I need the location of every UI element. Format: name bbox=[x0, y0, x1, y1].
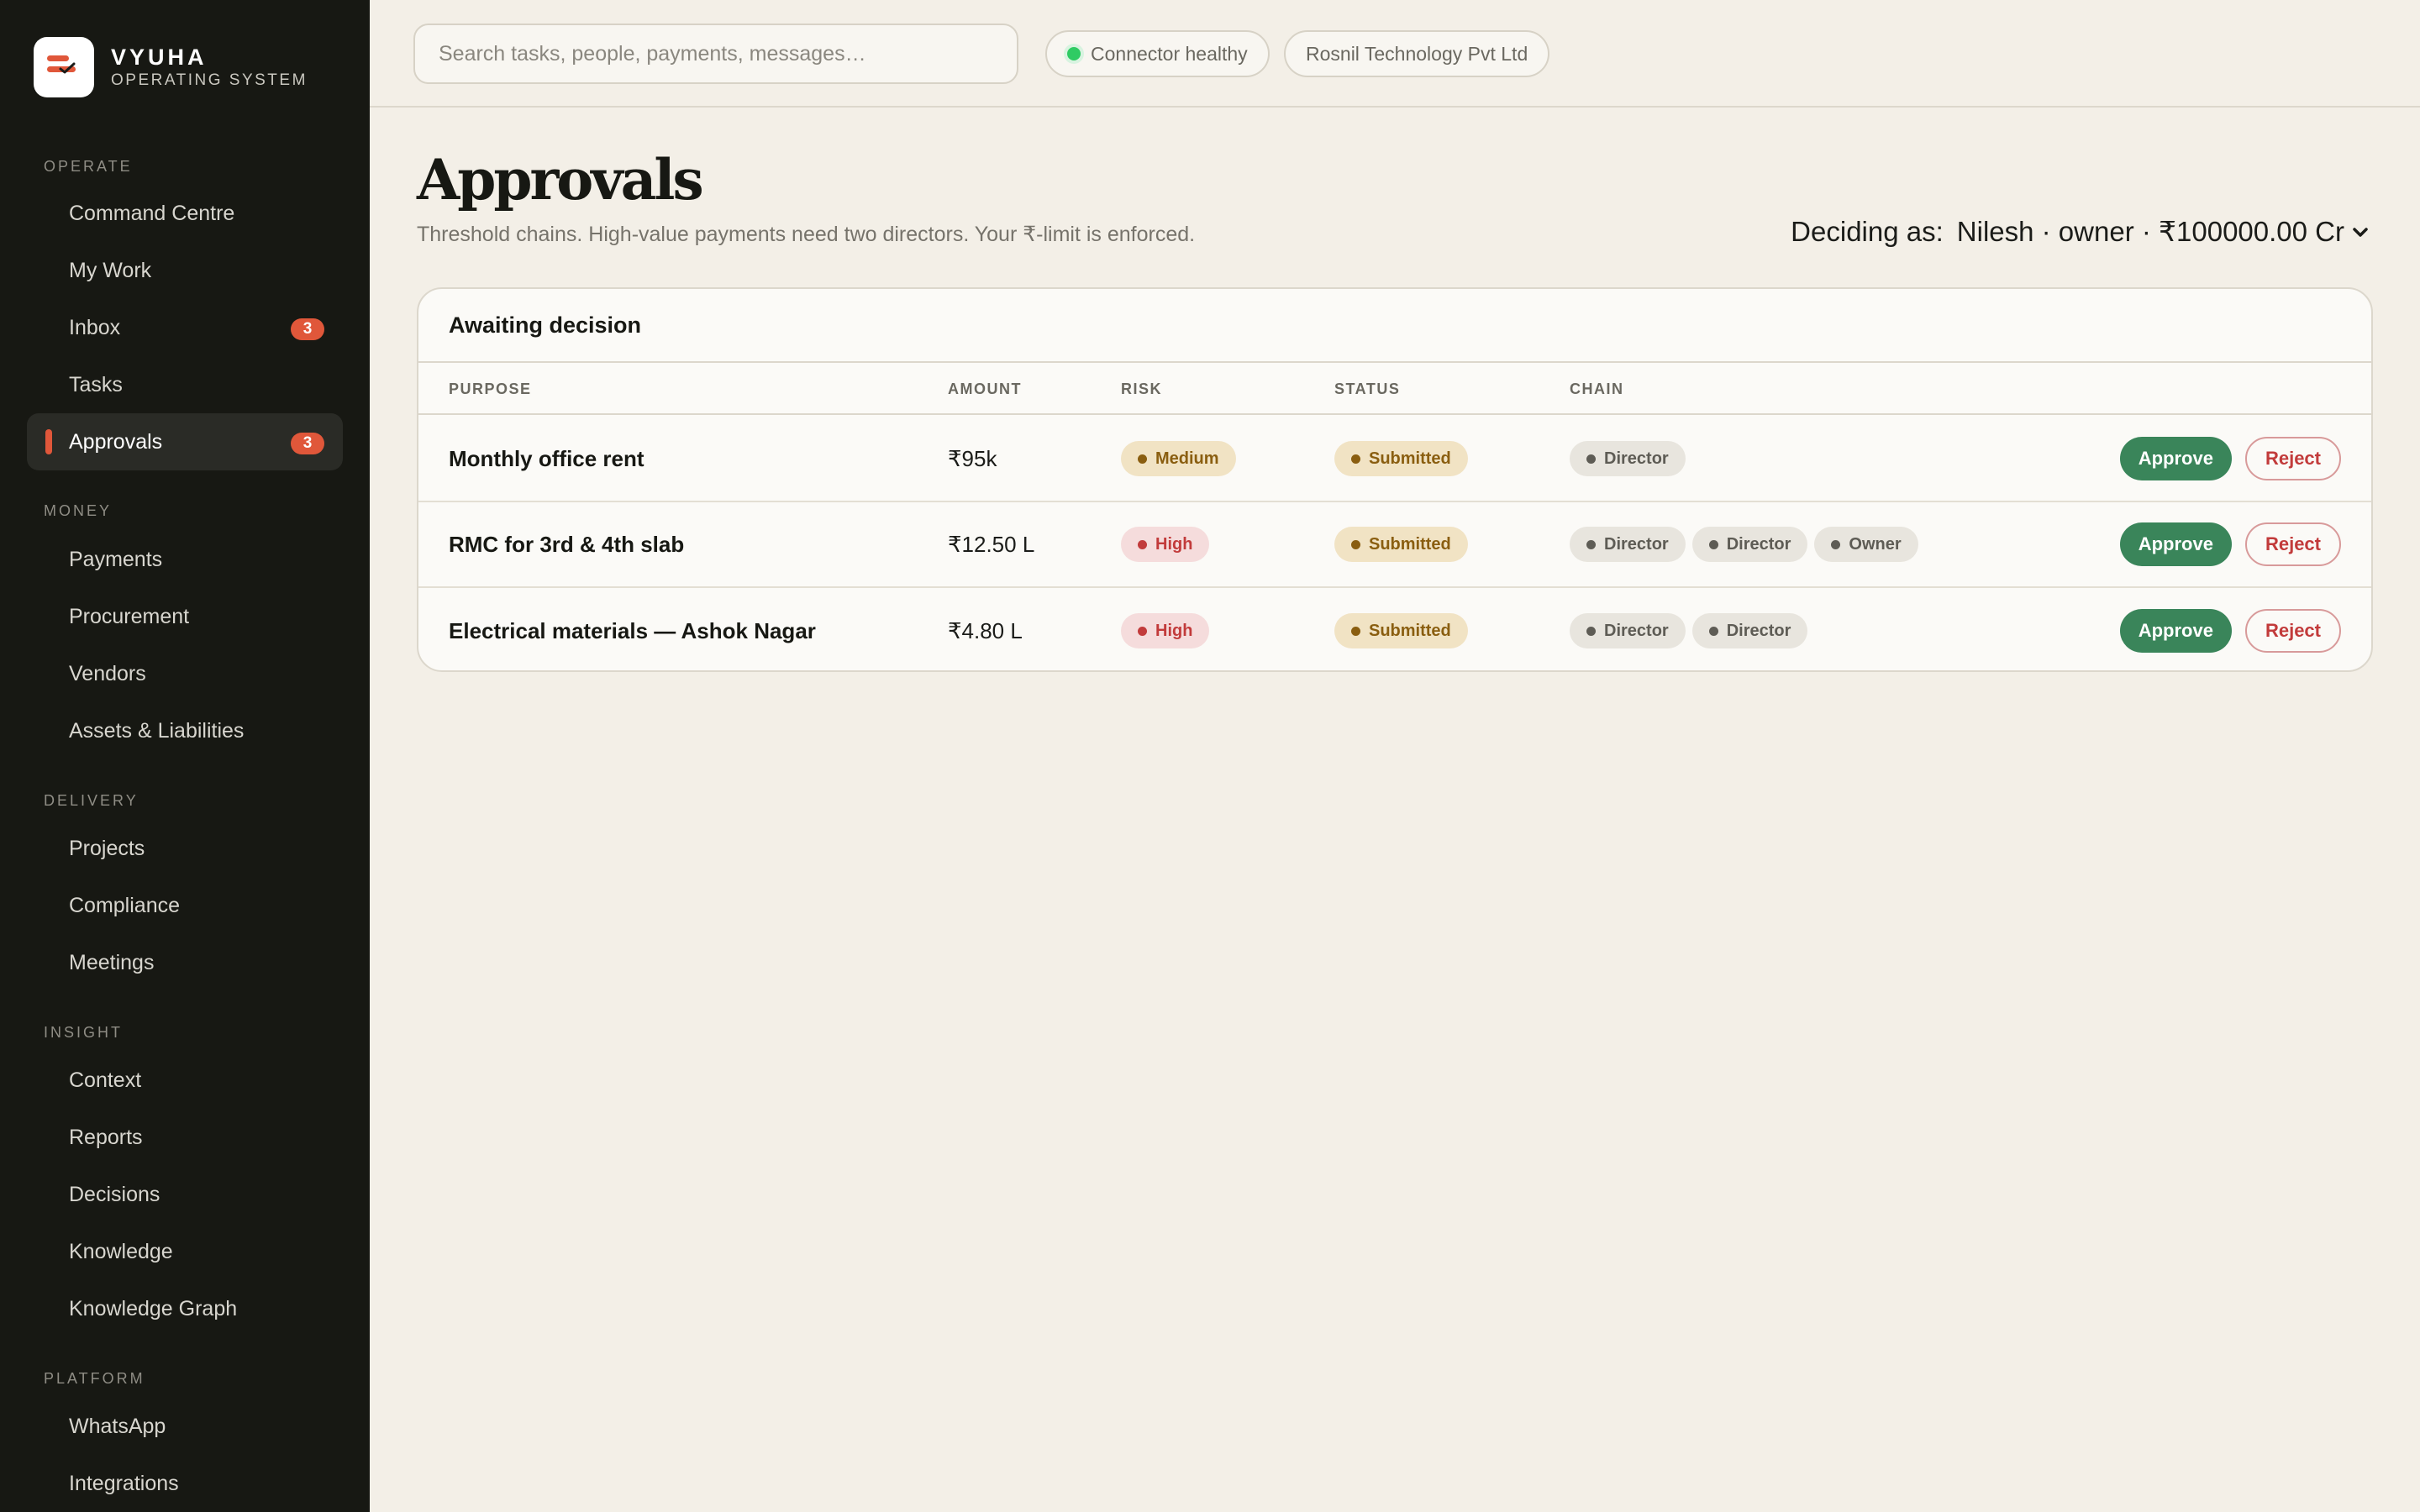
sidebar-item-integrations[interactable]: Integrations bbox=[27, 1455, 343, 1512]
company-name: Rosnil Technology Pvt Ltd bbox=[1306, 42, 1528, 65]
sidebar-item-command-centre[interactable]: Command Centre bbox=[27, 185, 343, 242]
sidebar-item-label: Integrations bbox=[69, 1471, 179, 1495]
page-title: Approvals bbox=[417, 147, 704, 213]
approve-button[interactable]: Approve bbox=[2119, 437, 2232, 480]
sidebar-item-label: Payments bbox=[69, 547, 163, 571]
deciding-as-selector[interactable]: Deciding as: Nilesh · owner · ₹100000.00… bbox=[1791, 215, 2370, 248]
company-switcher[interactable]: Rosnil Technology Pvt Ltd bbox=[1284, 30, 1550, 77]
table-row[interactable]: Monthly office rent ₹95k Medium Submitte… bbox=[418, 417, 2371, 502]
sidebar-item-label: My Work bbox=[69, 258, 152, 282]
sidebar-item-label: Knowledge Graph bbox=[69, 1296, 238, 1320]
sidebar-item-compliance[interactable]: Compliance bbox=[27, 877, 343, 934]
sidebar-item-label: Projects bbox=[69, 836, 145, 860]
sidebar-item-label: WhatsApp bbox=[69, 1414, 166, 1438]
status-dot-icon bbox=[1067, 47, 1081, 60]
card-heading: Awaiting decision bbox=[418, 289, 2371, 363]
reject-button[interactable]: Reject bbox=[2244, 522, 2341, 566]
deciding-as-label: Deciding as: bbox=[1791, 215, 1944, 247]
brand[interactable]: VYUHA OPERATING SYSTEM bbox=[34, 37, 308, 97]
inbox-count-badge: 3 bbox=[291, 318, 324, 340]
chevron-down-icon bbox=[2353, 227, 2368, 237]
active-indicator bbox=[45, 429, 52, 454]
row-purpose: Monthly office rent bbox=[449, 445, 644, 471]
sidebar-item-vendors[interactable]: Vendors bbox=[27, 645, 343, 702]
approvals-count-badge: 3 bbox=[291, 433, 324, 454]
column-header-status: STATUS bbox=[1334, 381, 1401, 397]
sidebar-item-reports[interactable]: Reports bbox=[27, 1109, 343, 1166]
app-logo-icon bbox=[34, 37, 94, 97]
approve-button[interactable]: Approve bbox=[2119, 609, 2232, 653]
chain-step-badge: Owner bbox=[1814, 527, 1918, 562]
table-header: PURPOSE AMOUNT RISK STATUS CHAIN bbox=[418, 363, 2371, 415]
connector-status-pill[interactable]: Connector healthy bbox=[1045, 30, 1270, 77]
sidebar-item-approvals[interactable]: Approvals 3 bbox=[27, 413, 343, 470]
status-badge: Submitted bbox=[1334, 613, 1468, 648]
sidebar-item-label: Reports bbox=[69, 1125, 143, 1149]
sidebar-item-meetings[interactable]: Meetings bbox=[27, 934, 343, 991]
sidebar-item-label: Knowledge bbox=[69, 1239, 173, 1263]
sidebar-item-payments[interactable]: Payments bbox=[27, 531, 343, 588]
sidebar-item-label: Tasks bbox=[69, 372, 123, 396]
risk-badge: High bbox=[1121, 613, 1210, 648]
sidebar-item-tasks[interactable]: Tasks bbox=[27, 356, 343, 413]
sidebar-item-my-work[interactable]: My Work bbox=[27, 242, 343, 299]
column-header-risk: RISK bbox=[1121, 381, 1163, 397]
risk-badge: High bbox=[1121, 527, 1210, 562]
nav-section-money: MONEY bbox=[44, 502, 113, 519]
topbar: Connector healthy Rosnil Technology Pvt … bbox=[370, 0, 2420, 108]
deciding-as-value: Nilesh · owner · ₹100000.00 Cr bbox=[1956, 216, 2344, 247]
approve-button[interactable]: Approve bbox=[2119, 522, 2232, 566]
column-header-chain: CHAIN bbox=[1570, 381, 1624, 397]
sidebar-item-whatsapp[interactable]: WhatsApp bbox=[27, 1398, 343, 1455]
chain-step-badge: Director bbox=[1691, 613, 1808, 648]
sidebar-item-decisions[interactable]: Decisions bbox=[27, 1166, 343, 1223]
risk-badge: Medium bbox=[1121, 441, 1236, 476]
table-row[interactable]: Electrical materials — Ashok Nagar ₹4.80… bbox=[418, 588, 2371, 670]
status-badge: Submitted bbox=[1334, 527, 1468, 562]
row-purpose: RMC for 3rd & 4th slab bbox=[449, 531, 685, 557]
nav-section-insight: INSIGHT bbox=[44, 1024, 124, 1041]
row-amount: ₹12.50 L bbox=[948, 531, 1035, 557]
row-amount: ₹4.80 L bbox=[948, 617, 1023, 643]
sidebar-item-label: Meetings bbox=[69, 950, 155, 974]
sidebar-item-label: Context bbox=[69, 1068, 142, 1092]
sidebar: VYUHA OPERATING SYSTEM OPERATE Command C… bbox=[0, 0, 370, 1512]
sidebar-item-context[interactable]: Context bbox=[27, 1052, 343, 1109]
nav-section-platform: PLATFORM bbox=[44, 1370, 145, 1387]
row-purpose: Electrical materials — Ashok Nagar bbox=[449, 617, 816, 643]
sidebar-item-projects[interactable]: Projects bbox=[27, 820, 343, 877]
search-input[interactable] bbox=[413, 24, 1018, 84]
status-badge: Submitted bbox=[1334, 441, 1468, 476]
sidebar-item-knowledge[interactable]: Knowledge bbox=[27, 1223, 343, 1280]
table-row[interactable]: RMC for 3rd & 4th slab ₹12.50 L High Sub… bbox=[418, 502, 2371, 588]
page-subtitle: Threshold chains. High-value payments ne… bbox=[417, 223, 1196, 246]
sidebar-item-label: Assets & Liabilities bbox=[69, 718, 245, 743]
reject-button[interactable]: Reject bbox=[2244, 437, 2341, 480]
sidebar-item-label: Command Centre bbox=[69, 201, 235, 225]
nav-section-operate: OPERATE bbox=[44, 158, 133, 175]
sidebar-item-assets-liabilities[interactable]: Assets & Liabilities bbox=[27, 702, 343, 759]
nav-section-delivery: DELIVERY bbox=[44, 792, 139, 809]
connector-status-text: Connector healthy bbox=[1091, 42, 1248, 65]
sidebar-item-label: Approvals bbox=[69, 429, 163, 454]
sidebar-item-label: Inbox bbox=[69, 315, 121, 339]
sidebar-item-label: Compliance bbox=[69, 893, 181, 917]
column-header-amount: AMOUNT bbox=[948, 381, 1022, 397]
sidebar-item-label: Vendors bbox=[69, 661, 146, 685]
sidebar-item-procurement[interactable]: Procurement bbox=[27, 588, 343, 645]
sidebar-item-inbox[interactable]: Inbox 3 bbox=[27, 299, 343, 356]
chain-step-badge: Director bbox=[1691, 527, 1808, 562]
sidebar-item-label: Decisions bbox=[69, 1182, 160, 1206]
brand-name: VYUHA bbox=[111, 45, 208, 70]
column-header-purpose: PURPOSE bbox=[449, 381, 532, 397]
sidebar-item-label: Procurement bbox=[69, 604, 190, 628]
chain-step-badge: Director bbox=[1570, 527, 1686, 562]
approvals-table-card: Awaiting decision PURPOSE AMOUNT RISK ST… bbox=[417, 287, 2373, 672]
row-amount: ₹95k bbox=[948, 445, 997, 471]
chain-step-badge: Director bbox=[1570, 613, 1686, 648]
reject-button[interactable]: Reject bbox=[2244, 609, 2341, 653]
chain-step-badge: Director bbox=[1570, 441, 1686, 476]
sidebar-item-knowledge-graph[interactable]: Knowledge Graph bbox=[27, 1280, 343, 1337]
brand-subtitle: OPERATING SYSTEM bbox=[111, 71, 308, 89]
